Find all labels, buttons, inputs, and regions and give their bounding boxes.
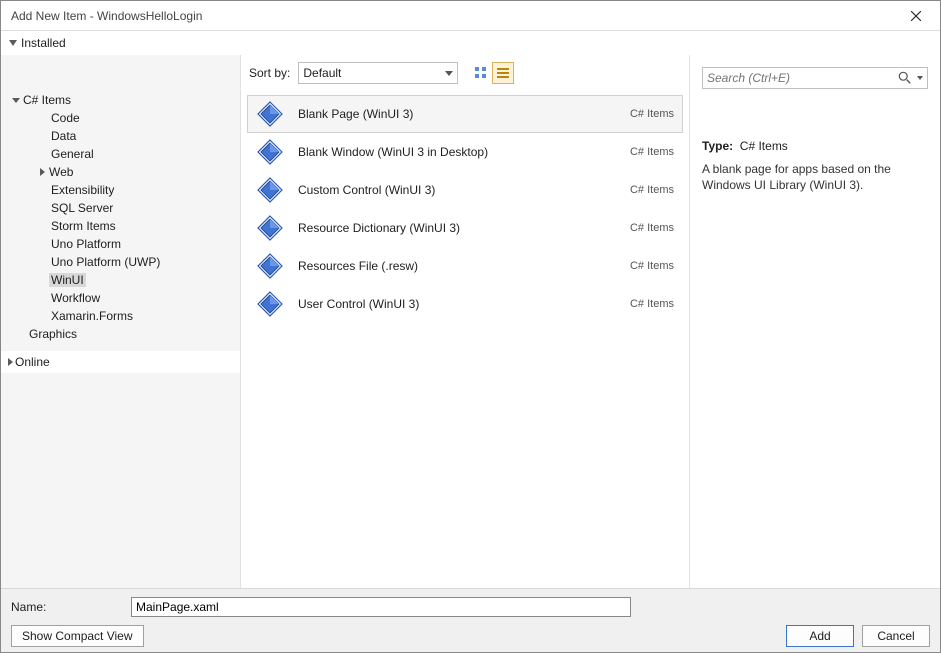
category-tree: C# Items Code Data General Web Extensibility… — [1, 55, 241, 588]
nav-tab-online[interactable]: Online — [1, 351, 240, 373]
close-icon — [911, 11, 921, 21]
template-icon — [256, 252, 284, 280]
tree-root[interactable]: C# Items — [1, 91, 240, 109]
chevron-down-icon — [445, 71, 453, 76]
button-label: Show Compact View — [22, 629, 133, 643]
detail-panel: Type: C# Items A blank page for apps bas… — [690, 55, 940, 588]
item-category: C# Items — [630, 184, 674, 196]
template-panel: Sort by: Default — [241, 55, 690, 588]
item-name: Resource Dictionary (WinUI 3) — [298, 221, 630, 235]
tree-item[interactable]: General — [1, 145, 240, 163]
close-button[interactable] — [896, 2, 936, 30]
nav-tab-label: Installed — [21, 36, 66, 50]
tree-item[interactable]: Uno Platform — [1, 235, 240, 253]
search-input[interactable] — [707, 71, 898, 85]
item-category: C# Items — [630, 260, 674, 272]
nav-row: Installed — [1, 31, 940, 55]
list-item[interactable]: Blank Page (WinUI 3)C# Items — [247, 95, 683, 133]
tree-item[interactable]: Code — [1, 109, 240, 127]
template-icon — [256, 290, 284, 318]
tree-item-label: Uno Platform (UWP) — [49, 255, 162, 269]
description: A blank page for apps based on the Windo… — [702, 161, 928, 193]
tree-item-label: Uno Platform — [49, 237, 123, 251]
sort-dropdown[interactable]: Default — [298, 62, 458, 84]
sort-label: Sort by: — [249, 66, 290, 80]
item-name: Custom Control (WinUI 3) — [298, 183, 630, 197]
template-icon — [256, 214, 284, 242]
titlebar: Add New Item - WindowsHelloLogin — [1, 1, 940, 31]
tree-item-label: SQL Server — [49, 201, 115, 215]
item-category: C# Items — [630, 146, 674, 158]
window-title: Add New Item - WindowsHelloLogin — [11, 9, 896, 23]
chevron-right-icon — [5, 358, 15, 366]
grid-icon — [474, 66, 488, 80]
nav-tab-installed[interactable]: Installed — [9, 36, 66, 50]
button-label: Add — [809, 629, 830, 643]
tree-item[interactable]: SQL Server — [1, 199, 240, 217]
list-item[interactable]: Resources File (.resw)C# Items — [247, 247, 683, 285]
view-grid-button[interactable] — [470, 62, 492, 84]
name-row: Name: — [11, 595, 930, 619]
chevron-down-icon — [9, 40, 17, 46]
type-row: Type: C# Items — [702, 139, 928, 153]
button-row: Show Compact View Add Cancel — [11, 625, 930, 647]
tree-item-label: WinUI — [49, 273, 86, 287]
tree-item[interactable]: Web — [1, 163, 240, 181]
list-item[interactable]: Custom Control (WinUI 3)C# Items — [247, 171, 683, 209]
cancel-button[interactable]: Cancel — [862, 625, 930, 647]
template-list: Blank Page (WinUI 3)C# Items Blank Windo… — [241, 91, 689, 588]
tree-item[interactable]: Extensibility — [1, 181, 240, 199]
item-name: User Control (WinUI 3) — [298, 297, 630, 311]
view-list-button[interactable] — [492, 62, 514, 84]
tree-item-label: Xamarin.Forms — [49, 309, 135, 323]
type-value: C# Items — [740, 139, 788, 153]
tree-item-label: Extensibility — [49, 183, 116, 197]
tree-item-label: Web — [47, 165, 75, 179]
item-category: C# Items — [630, 298, 674, 310]
template-icon — [256, 138, 284, 166]
item-category: C# Items — [630, 222, 674, 234]
tree-item-label: Data — [49, 129, 78, 143]
tree-item[interactable]: Data — [1, 127, 240, 145]
bottom-bar: Name: Show Compact View Add Cancel — [1, 588, 940, 652]
search-box[interactable] — [702, 67, 928, 89]
item-name: Blank Page (WinUI 3) — [298, 107, 630, 121]
tree-item[interactable]: Uno Platform (UWP) — [1, 253, 240, 271]
name-input[interactable] — [131, 597, 631, 617]
item-name: Resources File (.resw) — [298, 259, 630, 273]
item-category: C# Items — [630, 108, 674, 120]
tree-item-label: General — [49, 147, 96, 161]
add-button[interactable]: Add — [786, 625, 854, 647]
tree-item-label: Graphics — [27, 327, 79, 341]
nav-tab-label: Online — [15, 355, 50, 369]
type-label: Type: — [702, 139, 733, 153]
list-item[interactable]: User Control (WinUI 3)C# Items — [247, 285, 683, 323]
template-icon — [256, 100, 284, 128]
list-icon — [496, 66, 510, 80]
item-name: Blank Window (WinUI 3 in Desktop) — [298, 145, 630, 159]
toolbar: Sort by: Default — [241, 55, 689, 91]
tree-root-label: C# Items — [21, 93, 73, 107]
view-buttons — [470, 62, 514, 84]
tree-item-graphics[interactable]: Graphics — [1, 325, 240, 343]
chevron-down-icon — [917, 76, 923, 80]
search-icon — [898, 71, 912, 85]
tree-item[interactable]: WinUI — [1, 271, 240, 289]
chevron-down-icon — [11, 98, 21, 103]
tree-item[interactable]: Storm Items — [1, 217, 240, 235]
name-label: Name: — [11, 600, 121, 614]
list-item[interactable]: Blank Window (WinUI 3 in Desktop)C# Item… — [247, 133, 683, 171]
sort-value: Default — [303, 66, 341, 80]
tree-item[interactable]: Workflow — [1, 289, 240, 307]
chevron-right-icon — [37, 168, 47, 176]
tree-item-label: Workflow — [49, 291, 102, 305]
template-icon — [256, 176, 284, 204]
tree-item[interactable]: Xamarin.Forms — [1, 307, 240, 325]
button-label: Cancel — [877, 629, 914, 643]
tree-item-label: Code — [49, 111, 82, 125]
tree-item-label: Storm Items — [49, 219, 118, 233]
compact-view-button[interactable]: Show Compact View — [11, 625, 144, 647]
list-item[interactable]: Resource Dictionary (WinUI 3)C# Items — [247, 209, 683, 247]
main: C# Items Code Data General Web Extensibility… — [1, 55, 940, 588]
